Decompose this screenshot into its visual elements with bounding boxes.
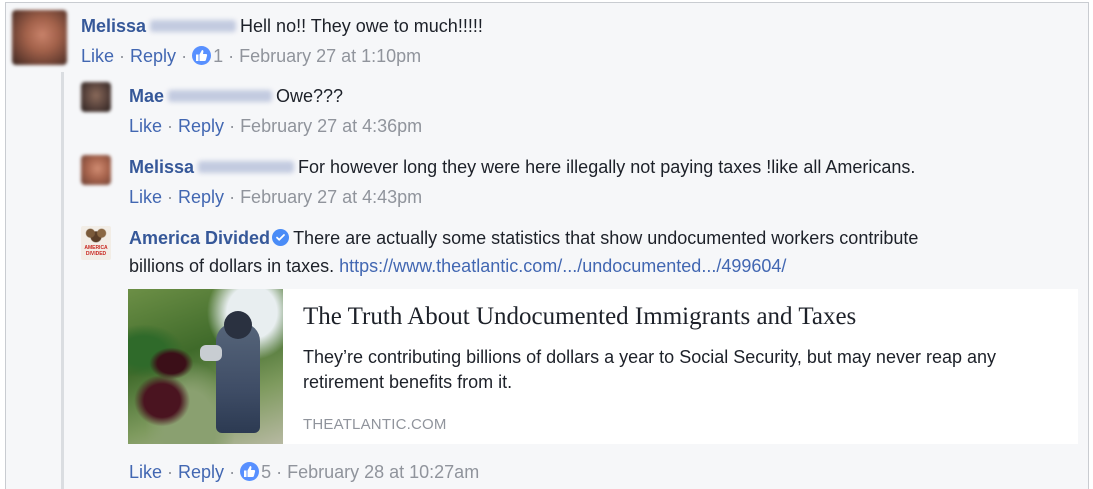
separator: ·: [162, 187, 179, 207]
reply-text: Owe???: [276, 86, 344, 106]
avatar[interactable]: [81, 82, 111, 112]
thumbnail-figure-hand: [200, 345, 222, 361]
reply-actions: Like · Reply · February 27 at 4:36pm: [129, 114, 422, 138]
link-preview-card[interactable]: The Truth About Undocumented Immigrants …: [128, 289, 1078, 444]
thumbnail-figure: [216, 323, 260, 433]
reply-body: America Divided There are actually some s…: [129, 226, 918, 250]
like-link[interactable]: Like: [129, 116, 162, 136]
avatar[interactable]: [81, 155, 111, 185]
author-name[interactable]: Melissa: [81, 16, 146, 36]
separator: ·: [223, 46, 240, 66]
reply-text-line2: billions of dollars in taxes.: [129, 256, 335, 276]
author-name[interactable]: Melissa: [129, 157, 194, 177]
thumbnail-figure-head: [224, 311, 252, 339]
reply-text: For however long they were here illegall…: [298, 157, 916, 177]
reaction-count[interactable]: 1: [213, 46, 223, 66]
redacted-surname: [168, 90, 273, 103]
article-description: They’re contributing billions of dollars…: [303, 347, 997, 392]
separator: ·: [162, 116, 179, 136]
redacted-surname: [198, 161, 295, 174]
separator: ·: [271, 462, 288, 482]
timestamp[interactable]: February 27 at 4:36pm: [240, 116, 422, 136]
article-domain: THEATLANTIC.COM: [303, 416, 447, 433]
reply-body: Mae Owe???: [129, 84, 343, 108]
like-link[interactable]: Like: [81, 46, 114, 66]
like-link[interactable]: Like: [129, 187, 162, 207]
timestamp[interactable]: February 27 at 1:10pm: [239, 46, 421, 66]
verified-badge-icon: [272, 229, 290, 246]
separator: ·: [176, 46, 193, 66]
separator: ·: [224, 462, 241, 482]
avatar-text: AMERICA DIVIDED: [84, 245, 108, 257]
separator: ·: [224, 187, 241, 207]
article-link[interactable]: https://www.theatlantic.com/.../undocume…: [339, 256, 786, 276]
thumbs-up-icon[interactable]: [192, 46, 212, 65]
comment-actions: Like · Reply · 1 · February 27 at 1:10pm: [81, 44, 421, 68]
article-title[interactable]: The Truth About Undocumented Immigrants …: [303, 303, 856, 331]
reaction-count[interactable]: 5: [261, 462, 271, 482]
author-name[interactable]: Mae: [129, 86, 164, 106]
reply-thread-line: [61, 72, 64, 489]
redacted-surname: [150, 20, 237, 33]
author-name[interactable]: America Divided: [129, 228, 270, 248]
separator: ·: [224, 116, 241, 136]
comment-body: Melissa Hell no!! They owe to much!!!!!: [81, 14, 483, 38]
reply-text-line1: There are actually some statistics that …: [293, 228, 919, 248]
reply-link[interactable]: Reply: [178, 187, 224, 207]
thumbs-up-icon[interactable]: [240, 462, 260, 481]
reply-actions: Like · Reply · February 27 at 4:43pm: [129, 185, 422, 209]
avatar-image: [82, 226, 110, 244]
reply-link[interactable]: Reply: [130, 46, 176, 66]
reply-link[interactable]: Reply: [178, 116, 224, 136]
timestamp[interactable]: February 27 at 4:43pm: [240, 187, 422, 207]
separator: ·: [162, 462, 179, 482]
article-thumbnail[interactable]: [128, 289, 283, 444]
timestamp[interactable]: February 28 at 10:27am: [287, 462, 479, 482]
like-link[interactable]: Like: [129, 462, 162, 482]
avatar[interactable]: [12, 10, 67, 65]
reply-body: Melissa For however long they were here i…: [129, 155, 915, 179]
reply-body-line2: billions of dollars in taxes. https://ww…: [129, 254, 786, 278]
page-avatar[interactable]: AMERICA DIVIDED: [81, 226, 111, 260]
reply-actions: Like · Reply · 5 · February 28 at 10:27a…: [129, 460, 479, 484]
reply-link[interactable]: Reply: [178, 462, 224, 482]
separator: ·: [114, 46, 131, 66]
comment-text: Hell no!! They owe to much!!!!!: [240, 16, 483, 36]
